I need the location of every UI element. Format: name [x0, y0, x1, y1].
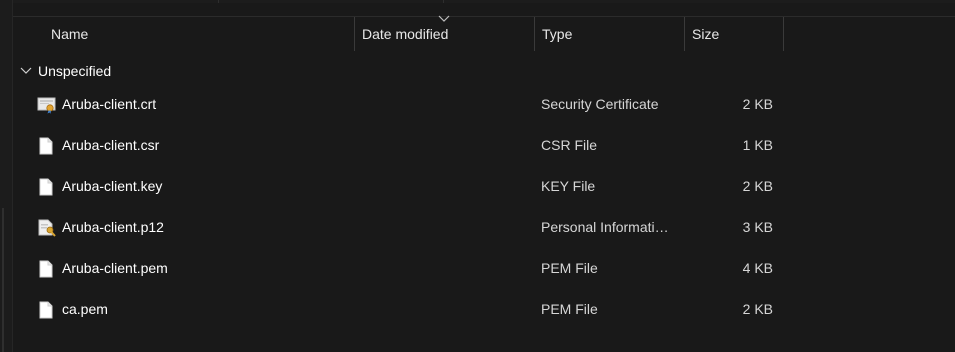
file-icon	[37, 260, 55, 278]
file-type: KEY File	[541, 178, 596, 194]
file-row[interactable]: Aruba-client.p12 Personal Informati… 3 KB	[13, 207, 955, 248]
file-size: 4 KB	[742, 260, 773, 276]
file-type: CSR File	[541, 137, 598, 153]
chevron-down-icon	[20, 67, 32, 74]
file-name: Aruba-client.csr	[62, 137, 160, 153]
certificate-icon	[37, 96, 56, 114]
file-icon	[37, 301, 55, 319]
column-header-size[interactable]: Size	[684, 17, 784, 51]
file-name: Aruba-client.crt	[62, 96, 157, 112]
column-header-name[interactable]: Name	[44, 17, 354, 51]
file-name: Aruba-client.pem	[62, 260, 168, 276]
file-row[interactable]: Aruba-client.pem PEM File 4 KB	[13, 248, 955, 289]
scrollbar-thumb[interactable]	[2, 208, 4, 352]
file-size: 1 KB	[742, 137, 773, 153]
navigation-pane-edge	[0, 0, 13, 352]
top-strip	[0, 0, 955, 3]
file-name: Aruba-client.p12	[62, 219, 164, 235]
file-size: 3 KB	[742, 219, 773, 235]
file-type: Personal Informati…	[541, 219, 669, 235]
file-icon	[37, 178, 55, 196]
personal-information-icon	[37, 219, 56, 237]
group-label: Unspecified	[38, 63, 112, 79]
group-header-unspecified[interactable]: Unspecified	[20, 61, 111, 81]
file-icon	[37, 137, 55, 155]
file-type: Security Certificate	[541, 96, 659, 112]
file-row[interactable]: Aruba-client.csr CSR File 1 KB	[13, 125, 955, 166]
file-size: 2 KB	[742, 178, 773, 194]
file-row[interactable]: ca.pem PEM File 2 KB	[13, 289, 955, 330]
file-row[interactable]: Aruba-client.crt Security Certificate 2 KB	[13, 84, 955, 125]
file-name: ca.pem	[62, 301, 108, 317]
file-size: 2 KB	[742, 301, 773, 317]
column-header-type[interactable]: Type	[534, 17, 684, 51]
file-type: PEM File	[541, 301, 598, 317]
file-type: PEM File	[541, 260, 598, 276]
column-header-bar: Name Date modified Type Size	[13, 15, 955, 51]
chevron-down-icon	[438, 15, 450, 22]
file-row[interactable]: Aruba-client.key KEY File 2 KB	[13, 166, 955, 207]
file-name: Aruba-client.key	[62, 178, 163, 194]
file-size: 2 KB	[742, 96, 773, 112]
